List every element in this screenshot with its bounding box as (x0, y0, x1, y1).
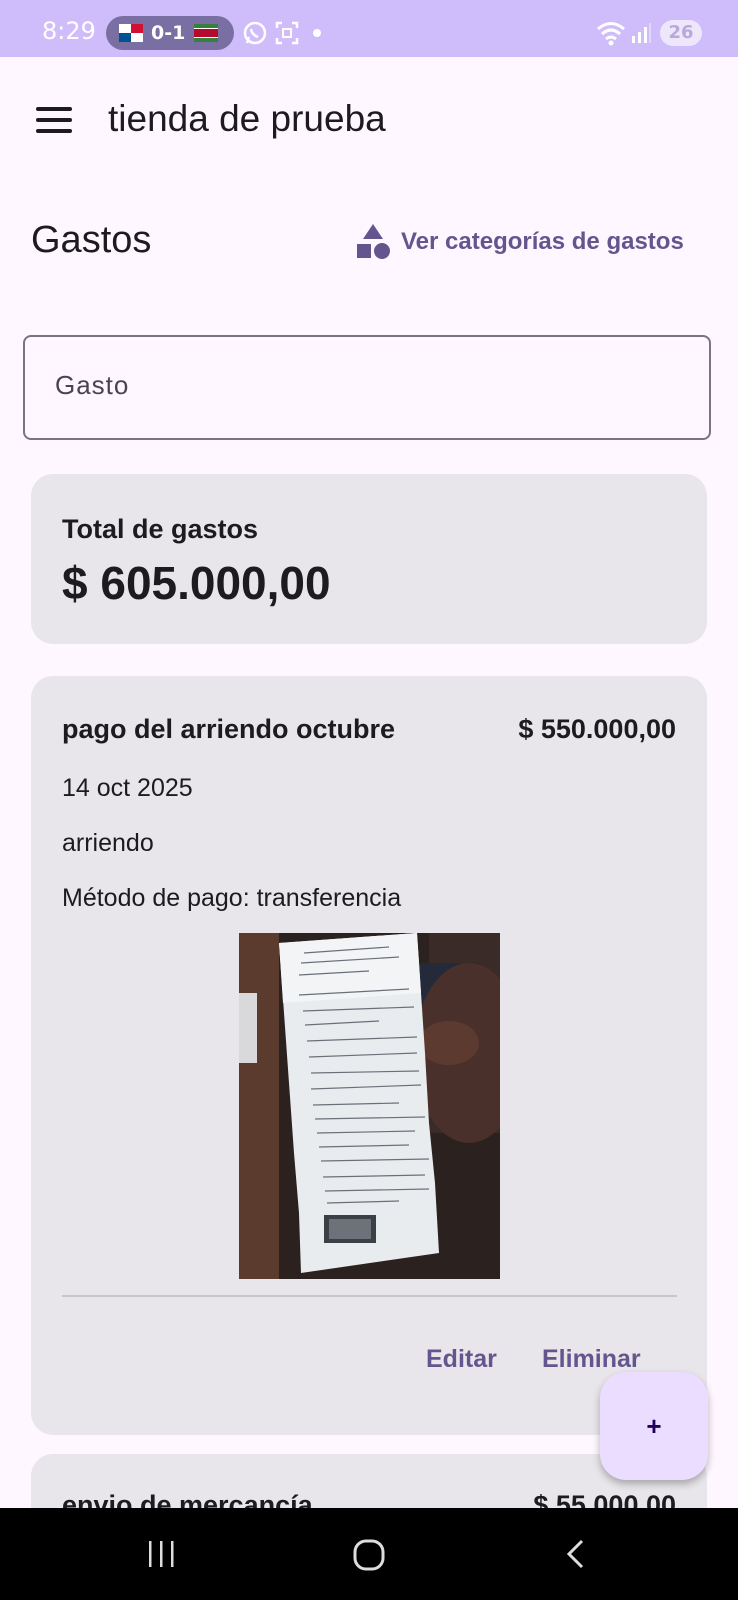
status-time: 8:29 (42, 17, 96, 45)
signal-icon (632, 23, 651, 43)
view-categories-link[interactable]: Ver categorías de gastos (355, 224, 684, 260)
expense-search-field[interactable] (23, 335, 711, 440)
expense-date: 14 oct 2025 (62, 774, 193, 802)
whatsapp-icon (243, 21, 267, 45)
panama-flag-icon (119, 24, 143, 42)
home-icon[interactable] (352, 1538, 386, 1572)
delete-button[interactable]: Eliminar (542, 1345, 641, 1374)
expense-category: arriendo (62, 829, 154, 857)
menu-icon[interactable] (36, 107, 72, 133)
expense-title: pago del arriendo octubre (62, 714, 396, 744)
system-navigation-bar (0, 1508, 738, 1600)
view-categories-label: Ver categorías de gastos (401, 228, 684, 255)
back-icon[interactable] (564, 1538, 588, 1570)
total-expenses-value: $ 605.000,00 (62, 557, 331, 609)
dot-icon (313, 29, 321, 37)
edit-button[interactable]: Editar (426, 1345, 497, 1374)
wifi-icon (597, 22, 625, 46)
app-title: tienda de prueba (108, 98, 386, 139)
status-bar: 8:29 0-1 26 (0, 0, 738, 57)
card-divider (62, 1295, 677, 1297)
suriname-flag-icon (194, 24, 218, 42)
recent-apps-icon[interactable] (146, 1538, 178, 1570)
expense-payment-method: Método de pago: transferencia (62, 884, 402, 912)
live-score-chip[interactable]: 0-1 (106, 16, 234, 50)
expense-search-input[interactable] (53, 369, 657, 402)
page-title: Gastos (31, 219, 152, 261)
category-shapes-icon (357, 224, 390, 259)
receipt-photo[interactable] (239, 933, 500, 1279)
add-expense-button[interactable]: + (600, 1372, 708, 1480)
total-expenses-card: Total de gastos $ 605.000,00 (31, 474, 707, 644)
battery-indicator: 26 (660, 20, 702, 46)
expense-amount: $ 550.000,00 (518, 714, 676, 744)
expense-card[interactable]: pago del arriendo octubre $ 550.000,00 1… (31, 676, 707, 1435)
total-expenses-label: Total de gastos (62, 514, 259, 544)
score-text: 0-1 (151, 22, 186, 44)
screenshot-icon (275, 21, 299, 45)
